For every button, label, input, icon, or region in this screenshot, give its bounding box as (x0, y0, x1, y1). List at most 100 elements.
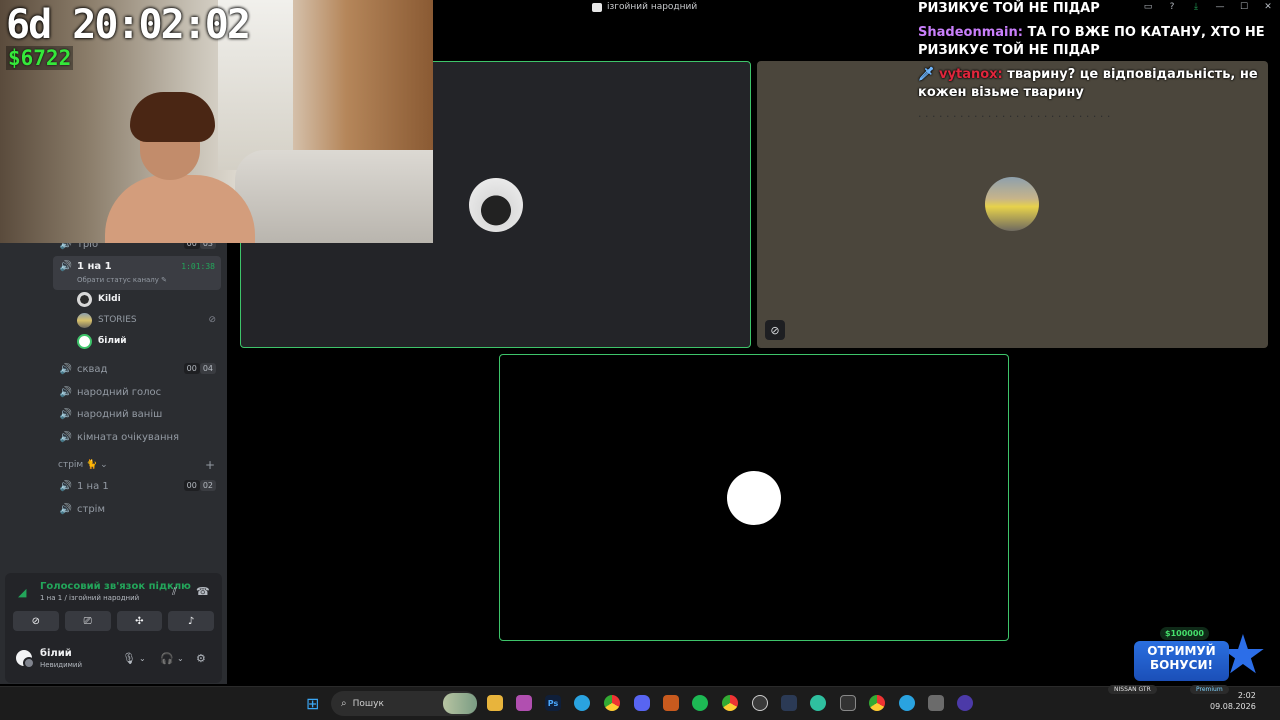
voice-status[interactable]: Голосовий зв'язок підклю (40, 581, 191, 592)
windows-start-icon[interactable]: ⊞ (306, 694, 319, 713)
speaker-icon: 🔊 (59, 503, 73, 515)
chrome-icon[interactable] (604, 695, 620, 711)
channel-name: кімната очікування (77, 431, 180, 443)
chevron-down-icon: ⌄ (100, 460, 108, 470)
promo-widget: ★ $100000 ОТРИМУЙ БОНУСИ! (1132, 625, 1274, 687)
microphone-icon[interactable]: 🎙 (122, 652, 136, 665)
person-hair (130, 92, 215, 142)
user-name[interactable]: білий (40, 648, 72, 659)
voice-actions: ⊘ ⎚ ✣ ♪ (13, 611, 214, 631)
noise-suppression-icon[interactable]: ⫽ (172, 585, 177, 599)
user-panel: білий Невидимий 🎙 ⌄ 🎧 ⌄ ⚙ (5, 645, 222, 681)
chat-app-icon[interactable] (781, 695, 797, 711)
channel-waiting-room[interactable]: 🔊 кімната очікування (53, 427, 221, 447)
channel-stream[interactable]: 🔊 стрім (53, 499, 221, 519)
channel-narodniy-holos[interactable]: 🔊 народний голос (53, 382, 221, 402)
telegram-2-icon[interactable] (899, 695, 915, 711)
category-stream[interactable]: стрім 🐈 ⌄ (58, 460, 108, 470)
chrome-profile-icon[interactable] (722, 695, 738, 711)
channel-name: 1 на 1 (77, 480, 109, 492)
avatar (77, 291, 92, 307)
torch-icon[interactable] (663, 695, 679, 711)
count-b: 02 (199, 480, 216, 491)
task-app-icon[interactable] (516, 695, 532, 711)
muted-mic-icon: ⊘ (208, 315, 216, 325)
speaker-icon: 🔊 (59, 431, 73, 443)
terminal-icon[interactable] (840, 695, 856, 711)
soundboard-icon: ♪ (187, 615, 195, 627)
voice-user-name: STORIES (98, 315, 137, 325)
category-label: стрім 🐈 (58, 460, 98, 470)
search-highlight-image (443, 693, 477, 714)
search-placeholder: Пошук (352, 698, 384, 709)
voice-user-biliy[interactable]: білий (77, 331, 222, 351)
chat-message: Shadeonmain: ТА ГО ВЖЕ ПО КАТАНУ, ХТО НЕ… (918, 24, 1270, 60)
chevron-down-icon[interactable]: ⌄ (177, 654, 184, 663)
channel-skvad[interactable]: 🔊 сквад 00 04 (53, 359, 221, 379)
channel-name: 1 на 1 (77, 261, 112, 272)
promo-banner: ОТРИМУЙ БОНУСИ! (1134, 641, 1229, 681)
voice-user-kildi[interactable]: Kildi (77, 289, 222, 309)
channel-name: стрім (77, 503, 105, 515)
voice-location[interactable]: 1 на 1 / ізгойний народний (40, 594, 139, 602)
taskbar-search[interactable]: ⌕ Пошук (331, 691, 477, 716)
window-title-area: ізгойний народний (592, 2, 697, 12)
chat-username: Shadeonmain: (918, 25, 1023, 40)
muted-mic-icon: ⊘ (765, 320, 785, 340)
camera-off-button[interactable]: ⊘ (13, 611, 59, 631)
add-channel-button[interactable]: + (205, 458, 215, 472)
pencil-icon: ✎ (161, 276, 168, 284)
voice-user-stories[interactable]: STORIES ⊘ (77, 310, 222, 330)
stream-chat-overlay: РИЗИКУЄ ТОЙ НЕ ПІДАР Shadeonmain: ТА ГО … (918, 0, 1270, 132)
count-a: 00 (183, 480, 200, 491)
edge-icon[interactable] (810, 695, 826, 711)
screen-share-button[interactable]: ⎚ (64, 611, 111, 631)
discord-icon[interactable] (634, 695, 650, 711)
voice-connection-panel: ◢ Голосовий зв'язок підклю 1 на 1 / ізго… (5, 573, 222, 683)
chat-message: РИЗИКУЄ ТОЙ НЕ ПІДАР (918, 0, 1270, 18)
count-a: 00 (183, 363, 200, 374)
voice-user-name: білий (98, 336, 127, 346)
headphones-icon[interactable]: 🎧 (160, 652, 174, 665)
camera-off-icon: ⊘ (31, 615, 41, 627)
promo-line2: БОНУСИ! (1150, 658, 1213, 672)
spotify-icon[interactable] (692, 695, 708, 711)
disconnect-icon[interactable]: ☎ (196, 585, 210, 598)
speaker-icon: 🔊 (59, 480, 73, 492)
channel-1na1-active[interactable]: 🔊 1 на 1 1:01:38 Обрати статус каналу ✎ (53, 256, 221, 290)
channel-status-hint[interactable]: Обрати статус каналу ✎ (77, 276, 167, 284)
server-icon (592, 2, 602, 12)
telegram-icon[interactable] (574, 695, 590, 711)
participant-avatar (985, 177, 1039, 231)
activities-icon: ✣ (135, 615, 144, 627)
obs-icon[interactable] (752, 695, 768, 711)
photoshop-icon[interactable]: Ps (545, 695, 561, 711)
speaker-icon: 🔊 (59, 408, 73, 420)
avatar[interactable] (14, 648, 35, 669)
system-clock[interactable]: 2:02 09.08.2026 (1210, 690, 1256, 712)
search-icon: ⌕ (341, 698, 347, 709)
file-explorer-icon[interactable] (487, 695, 503, 711)
user-status: Невидимий (40, 661, 83, 669)
video-tile-biliy[interactable] (499, 354, 1009, 641)
clock-time: 2:02 (1237, 691, 1256, 700)
calculator-icon[interactable] (928, 695, 944, 711)
participant-avatar (469, 178, 523, 232)
sword-icon: 🗡 (918, 67, 935, 82)
channel-name: сквад (77, 363, 108, 375)
soundboard-button[interactable]: ♪ (168, 611, 214, 631)
channel-narodniy-vanish[interactable]: 🔊 народний ваніш (53, 404, 221, 424)
channel-stream-1na1[interactable]: 🔊 1 на 1 00 02 (53, 476, 221, 496)
chevron-down-icon[interactable]: ⌄ (139, 654, 146, 663)
count-b: 04 (199, 363, 216, 374)
activities-button[interactable]: ✣ (116, 611, 163, 631)
media-player-icon[interactable] (957, 695, 973, 711)
avatar (77, 333, 92, 349)
settings-gear-icon[interactable]: ⚙ (196, 652, 206, 665)
chrome-2-icon[interactable] (869, 695, 885, 711)
webcam-person (105, 92, 255, 243)
webcam-bed (235, 150, 433, 243)
user-count: 00 04 (183, 363, 216, 374)
tray-game-badge[interactable]: NISSAN GTR (1108, 685, 1157, 694)
chat-message: 🗡 vytanox: тварину? це відповідальність,… (918, 66, 1270, 102)
